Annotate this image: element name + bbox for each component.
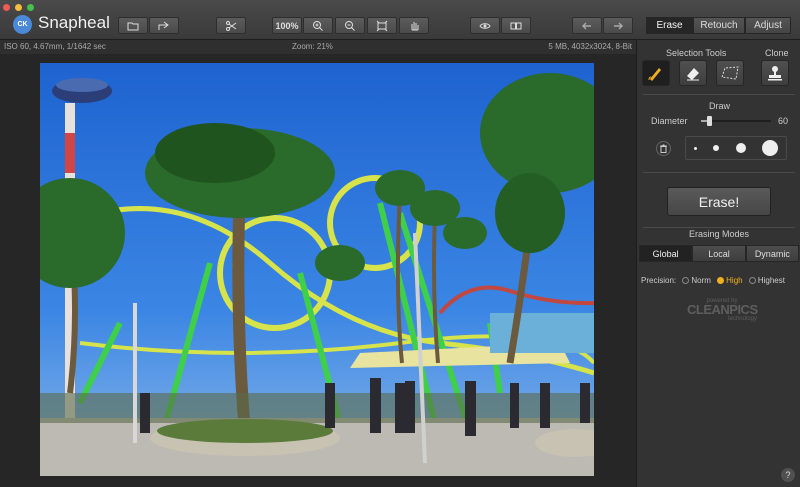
divider xyxy=(643,227,795,228)
trash-icon xyxy=(660,144,667,153)
share-button[interactable] xyxy=(149,17,179,34)
redo-arrow-icon xyxy=(614,22,623,29)
tab-erase[interactable]: Erase xyxy=(646,17,693,34)
brush-size-presets xyxy=(685,136,787,160)
diameter-label: Diameter xyxy=(651,116,688,126)
undo-arrow-icon xyxy=(582,22,591,29)
compare-button[interactable] xyxy=(501,17,531,34)
erasing-mode-tabs: Global Local Dynamic xyxy=(639,245,799,262)
clone-stamp-button[interactable] xyxy=(761,60,789,86)
precision-label: Precision: xyxy=(641,276,677,285)
hand-icon xyxy=(411,21,419,30)
diameter-slider-track[interactable] xyxy=(701,116,771,126)
zoom-window-button[interactable] xyxy=(27,4,34,11)
mode-tabs: Erase Retouch Adjust xyxy=(646,17,791,34)
brush-size-l[interactable] xyxy=(761,140,778,156)
zoom-level: Zoom: 21% xyxy=(292,42,333,51)
app-title: Snapheal xyxy=(38,13,110,32)
fit-screen-icon xyxy=(376,20,388,31)
selection-tools-label: Selection Tools xyxy=(666,48,727,58)
cleanpics-logo: powered by CLEANPICS technology xyxy=(687,298,758,322)
precision-row: Precision: Norm High Highest xyxy=(641,276,785,285)
radio-highest[interactable] xyxy=(748,277,756,284)
cleanpics-text: CLEANPICS xyxy=(687,302,758,317)
erasing-modes-label: Erasing Modes xyxy=(689,229,750,239)
precision-high-label: High xyxy=(726,276,743,285)
redo-button[interactable] xyxy=(603,17,633,34)
clone-label: Clone xyxy=(765,48,789,58)
mode-dynamic[interactable]: Dynamic xyxy=(745,245,799,262)
fit-screen-button[interactable] xyxy=(367,17,397,34)
tab-adjust[interactable]: Adjust xyxy=(745,17,791,34)
draw-label: Draw xyxy=(709,101,731,111)
file-info: 5 MB, 4032x3024, 8-Bit xyxy=(548,42,632,51)
divider xyxy=(643,172,795,173)
brush-tool-button[interactable] xyxy=(642,60,670,86)
zoom-out-icon xyxy=(345,20,355,31)
help-button[interactable]: ? xyxy=(781,468,795,482)
tab-retouch[interactable]: Retouch xyxy=(693,17,745,34)
precision-norm-label: Norm xyxy=(691,276,711,285)
close-window-button[interactable] xyxy=(3,4,10,11)
lasso-icon xyxy=(721,66,739,80)
info-bar: ISO 60, 4.67mm, 1/1642 sec Zoom: 21% 5 M… xyxy=(0,40,636,54)
app-window: CK Snapheal 100% Erase Retouch Adjust IS… xyxy=(0,0,800,487)
photo-image xyxy=(40,63,594,476)
share-icon xyxy=(158,21,169,30)
erase-button[interactable]: Erase! xyxy=(667,187,771,216)
zoom-100-button[interactable]: 100% xyxy=(272,17,302,34)
stamp-icon xyxy=(768,66,782,81)
radio-high[interactable] xyxy=(717,277,725,284)
camera-info: ISO 60, 4.67mm, 1/1642 sec xyxy=(4,42,106,51)
zoom-in-button[interactable] xyxy=(303,17,333,34)
precision-highest-option[interactable]: Highest xyxy=(748,276,785,285)
brush-size-s[interactable] xyxy=(713,145,720,151)
crop-button[interactable] xyxy=(216,17,246,34)
eye-icon xyxy=(479,22,491,29)
lasso-tool-button[interactable] xyxy=(716,60,744,86)
pan-button[interactable] xyxy=(399,17,429,34)
brush-icon xyxy=(648,68,661,81)
mode-global[interactable]: Global xyxy=(639,245,693,262)
divider xyxy=(643,94,795,95)
mode-local[interactable]: Local xyxy=(692,245,746,262)
diameter-value: 60 xyxy=(778,116,789,126)
precision-highest-label: Highest xyxy=(757,276,785,285)
folder-icon xyxy=(127,22,139,30)
minimize-window-button[interactable] xyxy=(15,4,22,11)
scissors-icon xyxy=(226,20,237,31)
precision-norm-option[interactable]: Norm xyxy=(682,276,711,285)
zoom-out-button[interactable] xyxy=(335,17,365,34)
eraser-icon xyxy=(687,68,699,81)
undo-button[interactable] xyxy=(572,17,602,34)
eraser-tool-button[interactable] xyxy=(679,60,707,86)
app-logo-icon: CK xyxy=(13,15,32,34)
brush-size-m[interactable] xyxy=(735,143,746,153)
diameter-slider-knob[interactable] xyxy=(707,116,713,126)
zoom-in-icon xyxy=(313,20,323,31)
tools-panel: Selection Tools Clone Draw Diameter 60 E… xyxy=(636,40,800,487)
photo-amusement-park[interactable] xyxy=(40,63,594,476)
brush-size-xs[interactable] xyxy=(694,146,698,150)
split-view-icon xyxy=(510,22,522,29)
radio-norm[interactable] xyxy=(682,277,690,284)
toolbar: CK Snapheal 100% Erase Retouch Adjust xyxy=(0,0,800,40)
clear-selection-button[interactable] xyxy=(656,141,671,156)
open-button[interactable] xyxy=(118,17,148,34)
preview-button[interactable] xyxy=(470,17,500,34)
precision-high-option[interactable]: High xyxy=(717,276,743,285)
